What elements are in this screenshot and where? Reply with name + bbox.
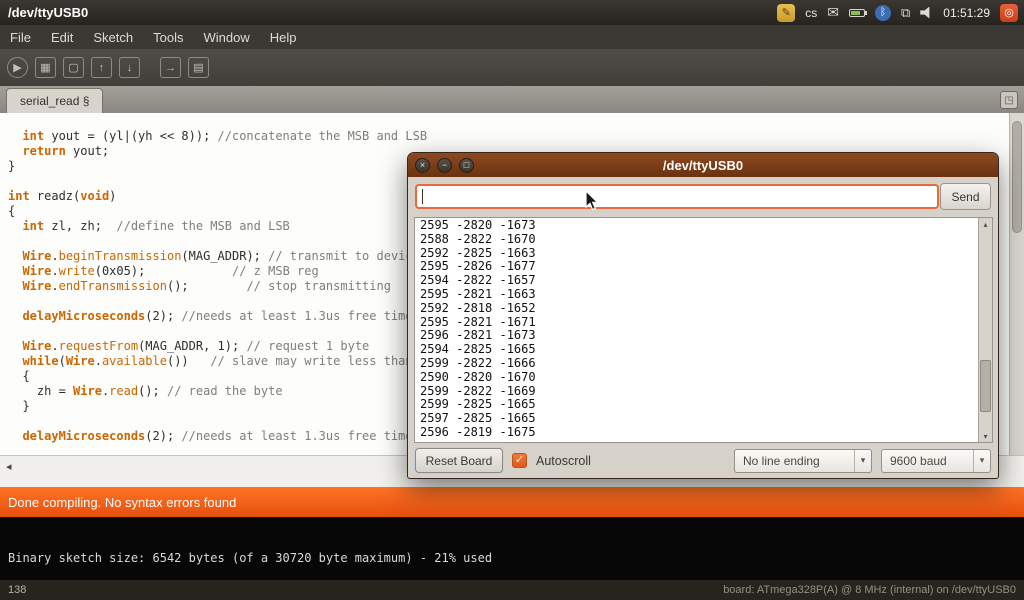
serial-monitor-titlebar[interactable]: × − □ /dev/ttyUSB0 [408,153,998,177]
tab-menu-button[interactable]: ◳ [1000,91,1018,109]
line-ending-dropdown[interactable]: No line ending ▾ [734,449,872,473]
verify-icon: ▶ [13,61,21,74]
serial-input[interactable] [417,186,937,207]
close-icon: × [420,160,425,170]
line-ending-value: No line ending [735,454,854,468]
stop-icon: ▦ [40,61,50,74]
scroll-left-arrow-icon[interactable]: ◂ [6,460,12,473]
window-title: /dev/ttyUSB0 [0,5,88,20]
editor-vertical-scrollbar[interactable] [1009,113,1024,455]
bluetooth-glyph: ᛒ [880,7,886,18]
serial-scrollbar-thumb[interactable] [980,360,991,412]
tab-menu-icon: ◳ [1004,95,1013,106]
notes-icon[interactable]: ✎ [777,4,795,22]
toolbar: ▶ ▦ ▢ ↑ ↓ → ▤ [0,49,1024,86]
autoscroll-checkbox[interactable]: ✓ [512,453,527,468]
serial-monitor-icon: ▤ [193,61,203,74]
maximize-icon: □ [464,160,469,170]
autoscroll-label: Autoscroll [536,454,591,468]
serial-output: 2595 -2820 -1673 2588 -2822 -1670 2592 -… [415,218,992,441]
open-button[interactable]: ↑ [91,57,112,78]
line-number-indicator: 138 [0,584,26,596]
pencil-icon: ✎ [782,6,791,19]
tab-serial-read[interactable]: serial_read § [6,88,103,113]
checkmark-icon: ✓ [515,454,524,466]
build-console-text: Binary sketch size: 6542 bytes (of a 307… [0,517,1024,565]
open-icon: ↑ [99,62,105,74]
send-button[interactable]: Send [940,183,991,210]
chevron-down-icon: ▾ [973,450,990,472]
desktop: /dev/ttyUSB0 ✎ cs ✉ ᛒ ⧉ 01:51:29 ◎ File … [0,0,1024,600]
minimize-button[interactable]: − [437,158,452,173]
serial-monitor-title: /dev/ttyUSB0 [408,158,998,173]
new-sketch-button[interactable]: ▢ [63,57,84,78]
text-caret [422,189,423,204]
board-info: board: ATmega328P(A) @ 8 MHz (internal) … [723,584,1024,596]
keyboard-layout-indicator[interactable]: cs [805,6,817,20]
clock[interactable]: 01:51:29 [943,6,990,20]
menu-window[interactable]: Window [193,30,259,45]
compile-status-message: Done compiling. No syntax errors found [8,495,236,510]
new-file-icon: ▢ [68,61,78,74]
system-tray: ✎ cs ✉ ᛒ ⧉ 01:51:29 ◎ [777,4,1024,22]
serial-output-area[interactable]: 2595 -2820 -1673 2588 -2822 -1670 2592 -… [414,217,993,443]
minimize-icon: − [442,160,447,170]
window-controls: × − □ [408,158,474,173]
serial-input-field[interactable] [415,184,939,209]
upload-button[interactable]: → [160,57,181,78]
save-button[interactable]: ↓ [119,57,140,78]
volume-icon[interactable] [920,7,933,19]
network-icon[interactable]: ⧉ [901,5,910,21]
menu-tools[interactable]: Tools [143,30,193,45]
top-panel: /dev/ttyUSB0 ✎ cs ✉ ᛒ ⧉ 01:51:29 ◎ [0,0,1024,25]
bluetooth-icon[interactable]: ᛒ [875,5,891,21]
mouse-cursor [585,190,600,218]
session-menu-icon[interactable]: ◎ [1000,4,1018,22]
battery-icon[interactable] [849,9,865,17]
menu-help[interactable]: Help [260,30,307,45]
close-button[interactable]: × [415,158,430,173]
scroll-down-icon[interactable]: ▾ [979,430,992,442]
menu-edit[interactable]: Edit [41,30,83,45]
serial-output-scrollbar[interactable]: ▴ ▾ [978,218,992,442]
upload-icon: → [165,62,176,74]
menu-sketch[interactable]: Sketch [83,30,143,45]
power-icon: ◎ [1004,6,1014,19]
editor-scrollbar-thumb[interactable] [1012,121,1022,233]
baud-rate-dropdown[interactable]: 9600 baud ▾ [881,449,991,473]
baud-rate-value: 9600 baud [882,454,973,468]
menu-file[interactable]: File [0,30,41,45]
verify-button[interactable]: ▶ [7,57,28,78]
tab-bar: serial_read § ◳ [0,86,1024,113]
status-footer: 138 board: ATmega328P(A) @ 8 MHz (intern… [0,580,1024,600]
menubar: File Edit Sketch Tools Window Help [0,25,1024,49]
serial-monitor-button[interactable]: ▤ [188,57,209,78]
scroll-up-icon[interactable]: ▴ [979,218,992,230]
mail-icon[interactable]: ✉ [827,4,839,21]
compile-status-bar: Done compiling. No syntax errors found [0,487,1024,517]
code-line: int yout = (yl|(yh << 8)); //concatenate… [8,129,1009,144]
build-console: Binary sketch size: 6542 bytes (of a 307… [0,517,1024,580]
maximize-button[interactable]: □ [459,158,474,173]
save-icon: ↓ [127,62,133,74]
serial-monitor-controls: Reset Board ✓ Autoscroll No line ending … [408,443,998,478]
stop-button[interactable]: ▦ [35,57,56,78]
reset-board-button[interactable]: Reset Board [415,448,503,473]
serial-monitor-window: × − □ /dev/ttyUSB0 Send 2595 -2820 -1673… [407,152,999,479]
chevron-down-icon: ▾ [854,450,871,472]
